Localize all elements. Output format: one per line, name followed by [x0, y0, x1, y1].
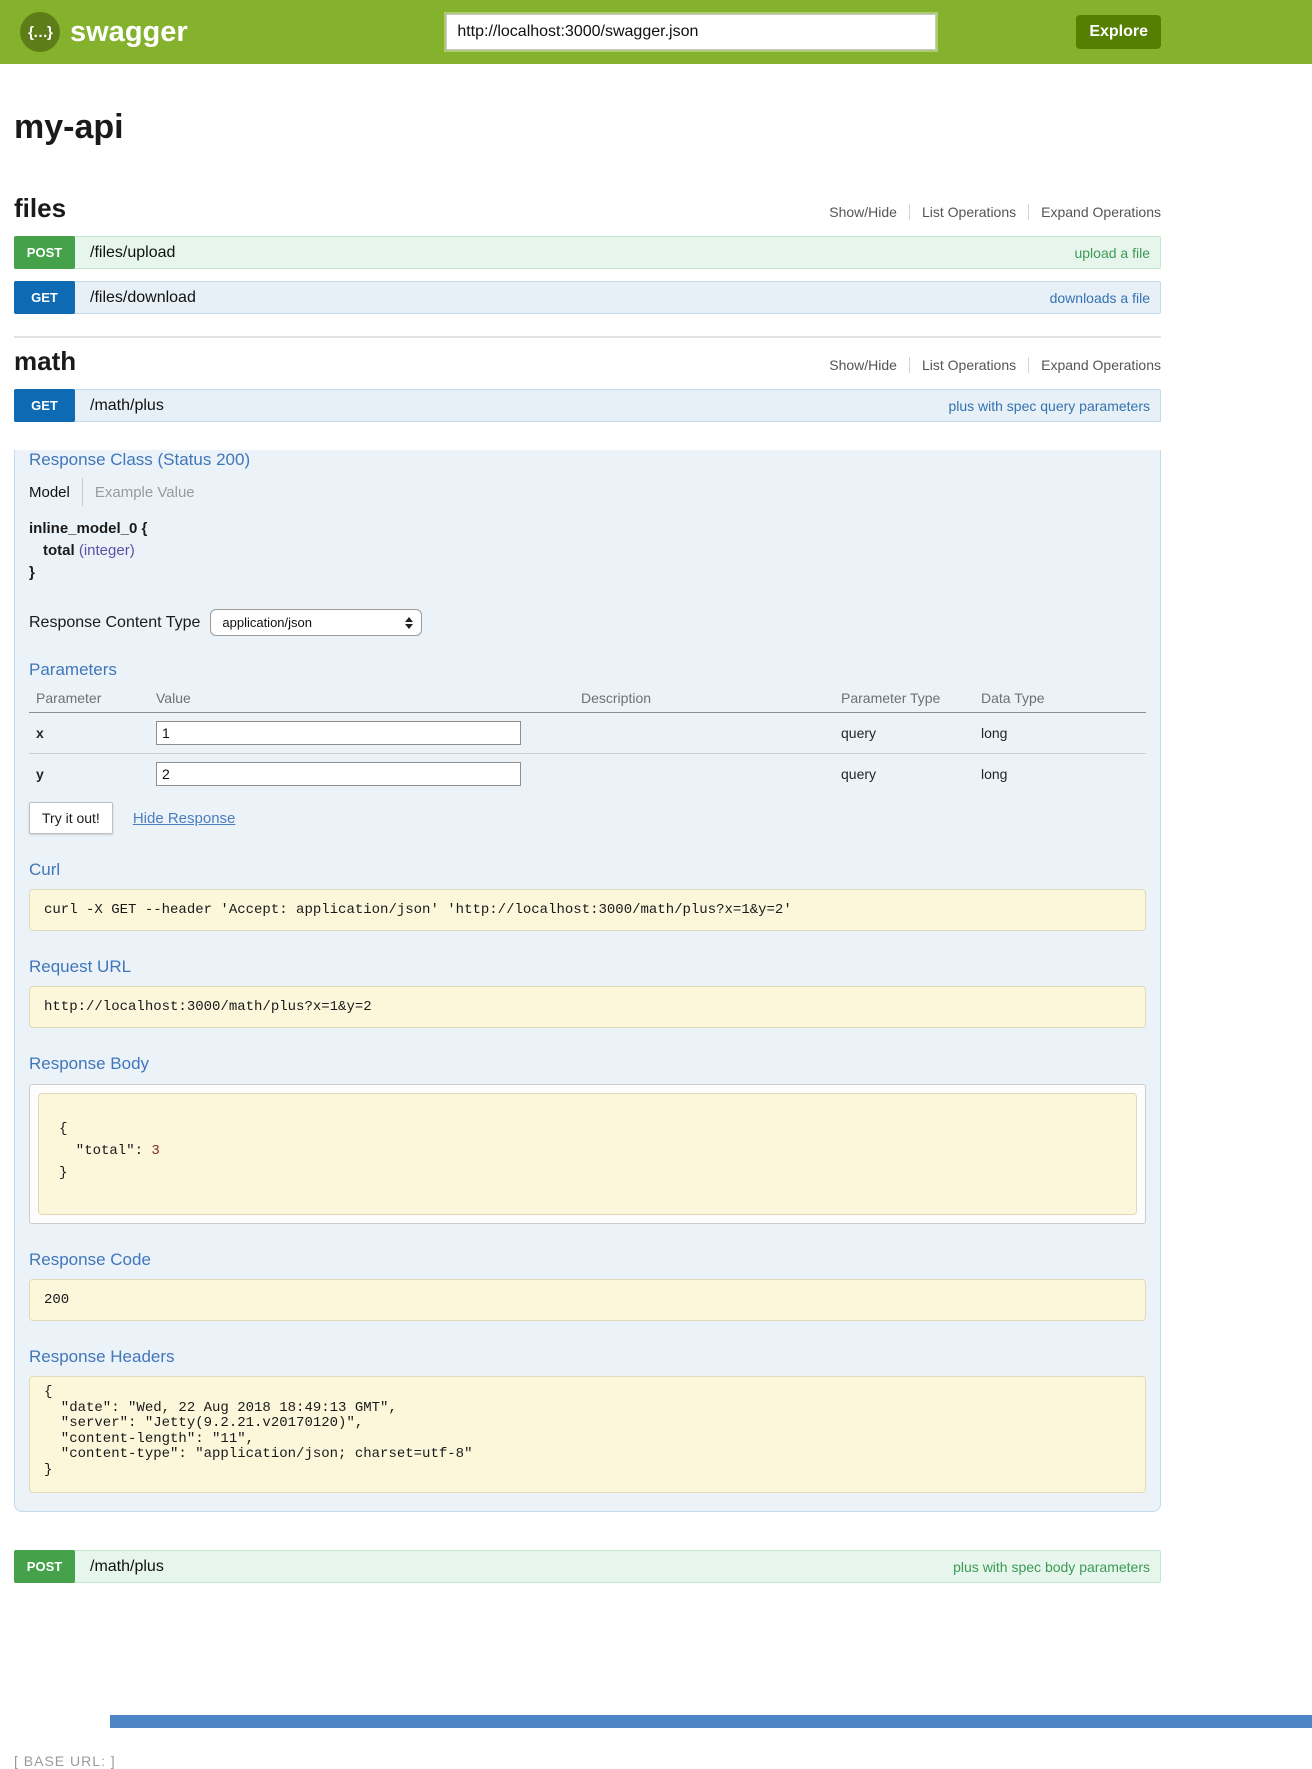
section-title-math: math [14, 346, 76, 377]
response-code-heading: Response Code [29, 1250, 1146, 1270]
param-data-type: long [981, 725, 1146, 741]
model-property-type: (integer) [79, 542, 135, 559]
response-content-type-value: application/json [222, 615, 312, 630]
show-hide-link[interactable]: Show/Hide [817, 204, 909, 220]
parameters-header-row: Parameter Value Description Parameter Ty… [29, 684, 1146, 713]
header-bar: {…} swagger Explore [0, 0, 1312, 64]
model-open-brace: inline_model_0 { [29, 520, 1146, 537]
select-arrows-icon [405, 617, 413, 629]
column-header-data-type: Data Type [981, 690, 1146, 706]
operation-path[interactable]: /math/plus [74, 1551, 164, 1582]
request-url-heading: Request URL [29, 957, 1146, 977]
response-content-type-label: Response Content Type [29, 614, 200, 632]
response-headers-heading: Response Headers [29, 1347, 1146, 1367]
swagger-logo[interactable]: {…} swagger [20, 12, 188, 52]
response-code-value: 200 [29, 1279, 1146, 1321]
operation-path[interactable]: /math/plus [74, 390, 164, 421]
model-definition: inline_model_0 { total (integer) } [29, 520, 1146, 581]
parameters-table: Parameter Value Description Parameter Ty… [29, 684, 1146, 794]
bottom-message-bar [110, 1715, 1312, 1728]
parameters-heading: Parameters [29, 660, 1146, 680]
operation-row-math-plus-get[interactable]: GET /math/plus plus with spec query para… [14, 389, 1161, 422]
operation-path[interactable]: /files/download [74, 282, 196, 313]
response-body-heading: Response Body [29, 1054, 1146, 1074]
column-header-description: Description [581, 690, 841, 706]
operation-summary[interactable]: plus with spec body parameters [953, 1551, 1160, 1582]
model-property-name: total [43, 542, 75, 559]
response-class-heading: Response Class (Status 200) [29, 450, 1146, 470]
response-body-container: { "total": 3 } [29, 1084, 1146, 1224]
operation-row-files-upload[interactable]: POST /files/upload upload a file [14, 236, 1161, 269]
request-url-value: http://localhost:3000/math/plus?x=1&y=2 [29, 986, 1146, 1028]
param-row-y: y query long [29, 754, 1146, 794]
operation-expanded-panel: Response Class (Status 200) Model Exampl… [14, 450, 1161, 1512]
param-value-input-y[interactable] [156, 762, 521, 786]
param-name: y [29, 766, 156, 782]
swagger-logo-icon: {…} [20, 12, 60, 52]
expand-operations-link[interactable]: Expand Operations [1029, 204, 1161, 220]
column-header-parameter-type: Parameter Type [841, 690, 981, 706]
json-open: { "total": [59, 1121, 151, 1159]
api-url-input[interactable] [446, 14, 936, 50]
list-operations-link[interactable]: List Operations [910, 357, 1028, 373]
method-badge-post: POST [14, 1550, 75, 1583]
param-data-type: long [981, 766, 1146, 782]
method-badge-get: GET [14, 281, 75, 314]
base-url-label: [ BASE URL: ] [14, 1753, 1161, 1769]
brand-title: swagger [70, 16, 188, 49]
section-divider [14, 336, 1161, 338]
tab-model[interactable]: Model [29, 484, 82, 501]
operation-row-files-download[interactable]: GET /files/download downloads a file [14, 281, 1161, 314]
param-row-x: x query long [29, 713, 1146, 754]
param-type: query [841, 766, 981, 782]
response-headers-json: { "date": "Wed, 22 Aug 2018 18:49:13 GMT… [29, 1376, 1146, 1493]
page-title: my-api [14, 108, 1161, 147]
param-name: x [29, 725, 156, 741]
list-operations-link[interactable]: List Operations [910, 204, 1028, 220]
json-number-value: 3 [151, 1143, 159, 1159]
try-it-out-button[interactable]: Try it out! [29, 802, 113, 834]
section-title-files: files [14, 193, 66, 224]
curl-heading: Curl [29, 860, 1146, 880]
column-header-value: Value [156, 690, 581, 706]
expand-operations-link[interactable]: Expand Operations [1029, 357, 1161, 373]
operation-summary[interactable]: upload a file [1074, 237, 1160, 268]
hide-response-link[interactable]: Hide Response [133, 810, 236, 827]
param-type: query [841, 725, 981, 741]
operation-summary[interactable]: plus with spec query parameters [948, 390, 1160, 421]
param-value-input-x[interactable] [156, 721, 521, 745]
method-badge-get: GET [14, 389, 75, 422]
method-badge-post: POST [14, 236, 75, 269]
explore-button[interactable]: Explore [1076, 15, 1161, 49]
json-close: } [59, 1165, 67, 1181]
response-content-type-select[interactable]: application/json [210, 609, 422, 636]
show-hide-link[interactable]: Show/Hide [817, 357, 909, 373]
curl-command: curl -X GET --header 'Accept: applicatio… [29, 889, 1146, 931]
response-body-json: { "total": 3 } [38, 1093, 1137, 1215]
operation-summary[interactable]: downloads a file [1050, 282, 1160, 313]
model-close-brace: } [29, 564, 1146, 581]
tab-example-value[interactable]: Example Value [83, 484, 195, 501]
operation-path[interactable]: /files/upload [74, 237, 175, 268]
column-header-parameter: Parameter [29, 690, 156, 706]
operation-row-math-plus-post[interactable]: POST /math/plus plus with spec body para… [14, 1550, 1161, 1583]
